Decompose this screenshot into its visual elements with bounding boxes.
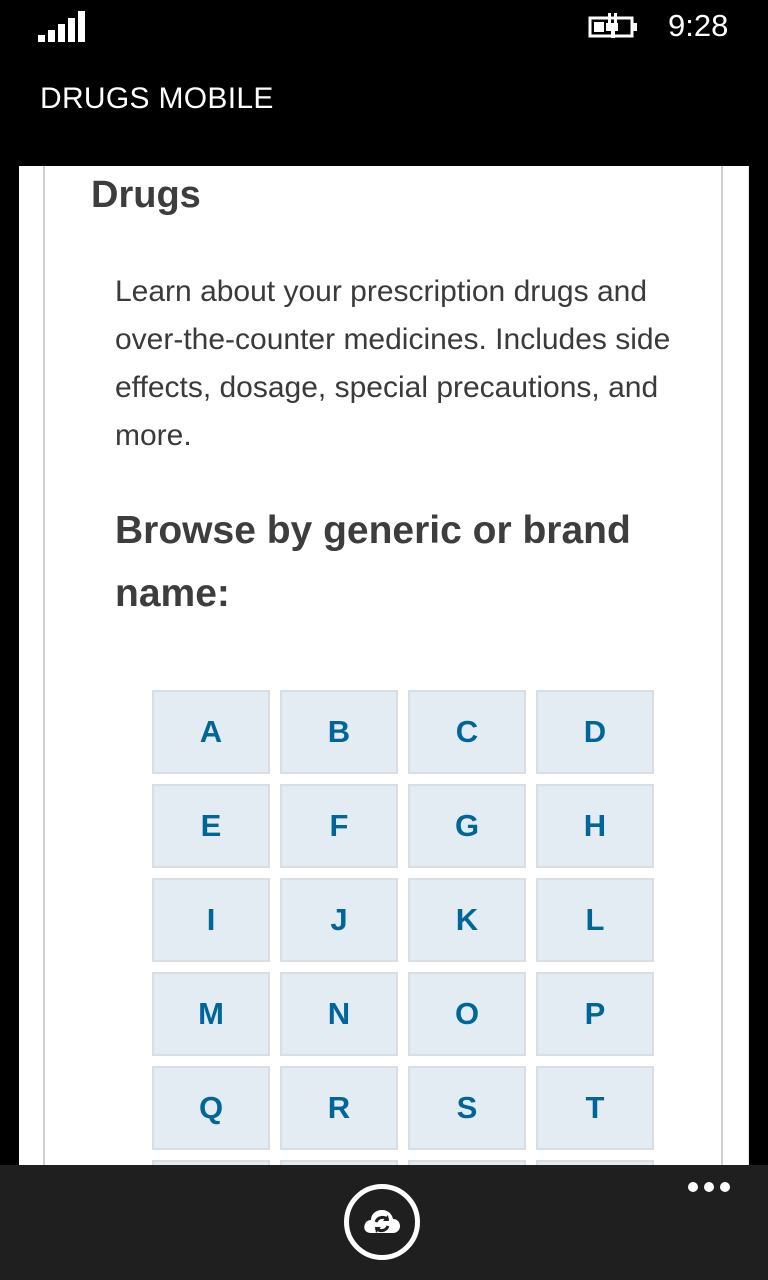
phone-screen: 9:28 DRUGS MOBILE Drugs Learn about your… (0, 0, 768, 1280)
letter-button-c[interactable]: C (408, 690, 526, 774)
letter-button-f[interactable]: F (280, 784, 398, 868)
app-bar (0, 1165, 768, 1280)
letter-button-j[interactable]: J (280, 878, 398, 962)
letter-button-q[interactable]: Q (152, 1066, 270, 1150)
web-view[interactable]: Drugs Learn about your prescription drug… (19, 166, 749, 1166)
letter-button-t[interactable]: T (536, 1066, 654, 1150)
divider (748, 166, 749, 1166)
letter-button-k[interactable]: K (408, 878, 526, 962)
battery-charging-icon (588, 12, 640, 40)
letter-button-s[interactable]: S (408, 1066, 526, 1150)
app-title: DRUGS MOBILE (40, 82, 274, 115)
letter-button-o[interactable]: O (408, 972, 526, 1056)
status-bar: 9:28 (0, 0, 768, 60)
letter-button-a[interactable]: A (152, 690, 270, 774)
letter-button-r[interactable]: R (280, 1066, 398, 1150)
letter-button-g[interactable]: G (408, 784, 526, 868)
cloud-sync-icon (364, 1210, 400, 1233)
more-ellipsis-icon[interactable] (686, 1182, 732, 1196)
signal-strength-icon (38, 10, 88, 42)
letter-button-d[interactable]: D (536, 690, 654, 774)
letter-button-i[interactable]: I (152, 878, 270, 962)
letter-button-m[interactable]: M (152, 972, 270, 1056)
letter-button-e[interactable]: E (152, 784, 270, 868)
page-title: Drugs (91, 174, 201, 216)
refresh-button[interactable] (344, 1184, 420, 1260)
letter-button-b[interactable]: B (280, 690, 398, 774)
letter-button-h[interactable]: H (536, 784, 654, 868)
letter-button-n[interactable]: N (280, 972, 398, 1056)
intro-text: Learn about your prescription drugs and … (115, 275, 671, 452)
clock: 9:28 (668, 8, 729, 43)
letter-button-l[interactable]: L (536, 878, 654, 962)
letter-button-p[interactable]: P (536, 972, 654, 1056)
browse-heading: Browse by generic or brand name: (115, 509, 631, 615)
letter-grid: A B C D E F G H I J K L M N O P Q R S T … (152, 690, 662, 1166)
